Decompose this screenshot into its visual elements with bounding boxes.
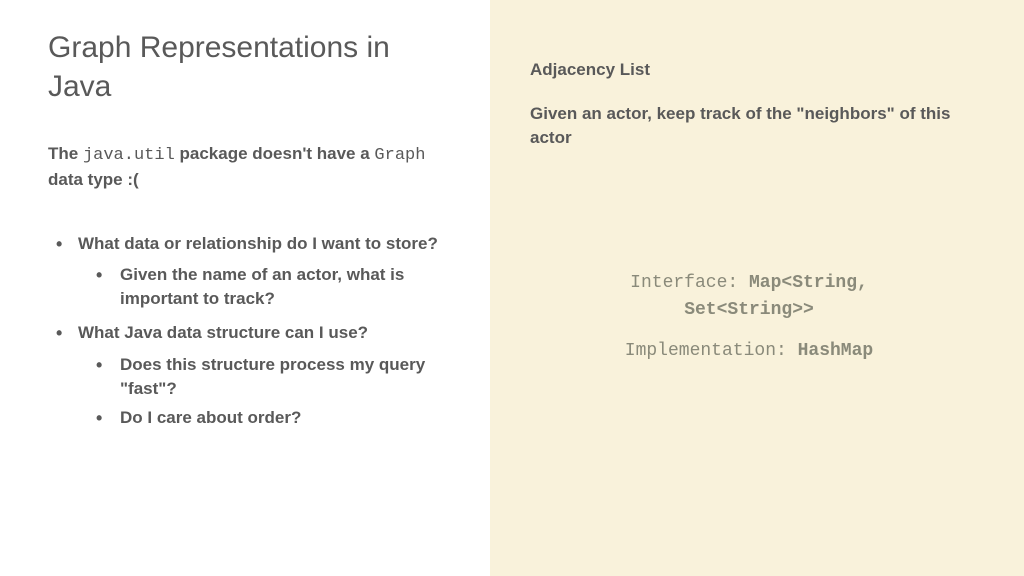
right-column: Adjacency List Given an actor, keep trac… [490, 0, 1024, 576]
sub-bullet-list: Does this structure process my query "fa… [78, 353, 450, 430]
bullet-list: What data or relationship do I want to s… [48, 232, 450, 431]
sub-bullet-list: Given the name of an actor, what is impo… [78, 263, 450, 311]
subtitle-code-2: Graph [374, 146, 425, 165]
interface-type-line2: Set<String>> [684, 300, 814, 320]
code-block: Interface: Map<String, Set<String>> Impl… [530, 270, 968, 365]
interface-line: Interface: Map<String, Set<String>> [530, 270, 968, 324]
sub-bullet-item: Does this structure process my query "fa… [78, 353, 450, 401]
subtitle-text-mid: package doesn't have a [175, 144, 375, 163]
slide: Graph Representations in Java The java.u… [0, 0, 1024, 576]
implementation-label: Implementation: [625, 341, 798, 361]
sub-bullet-item: Do I care about order? [78, 406, 450, 430]
right-subheading: Given an actor, keep track of the "neigh… [530, 102, 968, 150]
bullet-text: What Java data structure can I use? [78, 323, 368, 342]
subtitle-text-pre: The [48, 144, 83, 163]
implementation-line: Implementation: HashMap [530, 338, 968, 365]
bullet-item: What data or relationship do I want to s… [48, 232, 450, 311]
bullet-text: What data or relationship do I want to s… [78, 234, 438, 253]
interface-label: Interface: [630, 273, 749, 293]
bullet-item: What Java data structure can I use? Does… [48, 321, 450, 430]
right-heading: Adjacency List [530, 60, 968, 80]
left-column: Graph Representations in Java The java.u… [0, 0, 490, 576]
sub-bullet-item: Given the name of an actor, what is impo… [78, 263, 450, 311]
subtitle-text-post: data type :( [48, 170, 139, 189]
slide-subtitle: The java.util package doesn't have a Gra… [48, 142, 450, 192]
implementation-type: HashMap [798, 341, 874, 361]
subtitle-code-1: java.util [83, 146, 175, 165]
slide-title: Graph Representations in Java [48, 28, 450, 106]
interface-type-line1: Map<String, [749, 273, 868, 293]
